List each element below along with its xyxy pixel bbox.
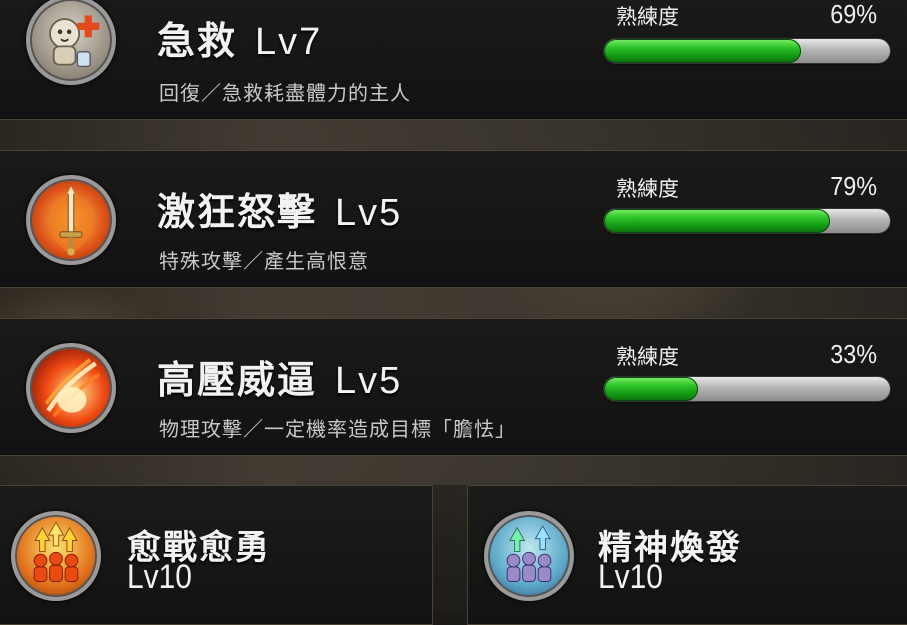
party-power-up-icon — [11, 511, 101, 601]
proficiency-bar — [604, 39, 890, 63]
skill-name-text: 高壓威逼 — [157, 358, 318, 402]
proficiency-label: 熟練度 — [616, 5, 679, 29]
skill-description: 物理攻擊／一定機率造成目標「膽怯」 — [159, 417, 516, 441]
proficiency-bar-fill — [604, 377, 699, 401]
proficiency-label: 熟練度 — [616, 177, 679, 201]
skill-level: Lv7 — [255, 21, 323, 63]
skill-level: Lv5 — [335, 192, 403, 234]
flaming-sword-icon — [26, 175, 116, 265]
passive-level: Lv10 — [127, 558, 192, 596]
passive-level: Lv10 — [598, 558, 663, 596]
passive-card-spirit-boost[interactable]: 精神煥發 Lv10 — [467, 485, 907, 625]
skill-description: 回復／急救耗盡體力的主人 — [159, 81, 411, 105]
skill-row-first-aid[interactable]: 急救 Lv7 回復／急救耗盡體力的主人 熟練度 69% — [0, 0, 907, 120]
proficiency-bar — [604, 209, 890, 233]
party-spirit-up-icon — [484, 511, 574, 601]
skill-row-berserk-strike[interactable]: 激狂怒擊 Lv5 特殊攻擊／產生高恨意 熟練度 79% — [0, 150, 907, 288]
skill-level: Lv5 — [335, 360, 403, 402]
proficiency-label: 熟練度 — [616, 345, 679, 369]
proficiency-bar-fill — [604, 39, 802, 63]
proficiency-bar — [604, 377, 890, 401]
fire-slash-icon — [26, 343, 116, 433]
skill-row-intimidate[interactable]: 高壓威逼 Lv5 物理攻擊／一定機率造成目標「膽怯」 熟練度 33% — [0, 318, 907, 456]
proficiency-bar-fill — [604, 209, 830, 233]
skill-name: 急救 Lv7 — [157, 10, 322, 65]
passive-card-battle-courage[interactable]: 愈戰愈勇 Lv10 — [0, 485, 433, 625]
proficiency-percent: 69% — [830, 0, 877, 29]
skill-name: 激狂怒擊 Lv5 — [157, 181, 402, 236]
first-aid-icon — [26, 0, 116, 85]
proficiency-percent: 33% — [830, 339, 877, 369]
proficiency-percent: 79% — [830, 171, 877, 201]
skill-name: 高壓威逼 Lv5 — [157, 349, 402, 404]
skill-name-text: 激狂怒擊 — [157, 190, 318, 234]
skill-name-text: 急救 — [157, 19, 238, 63]
skill-description: 特殊攻擊／產生高恨意 — [159, 249, 369, 273]
